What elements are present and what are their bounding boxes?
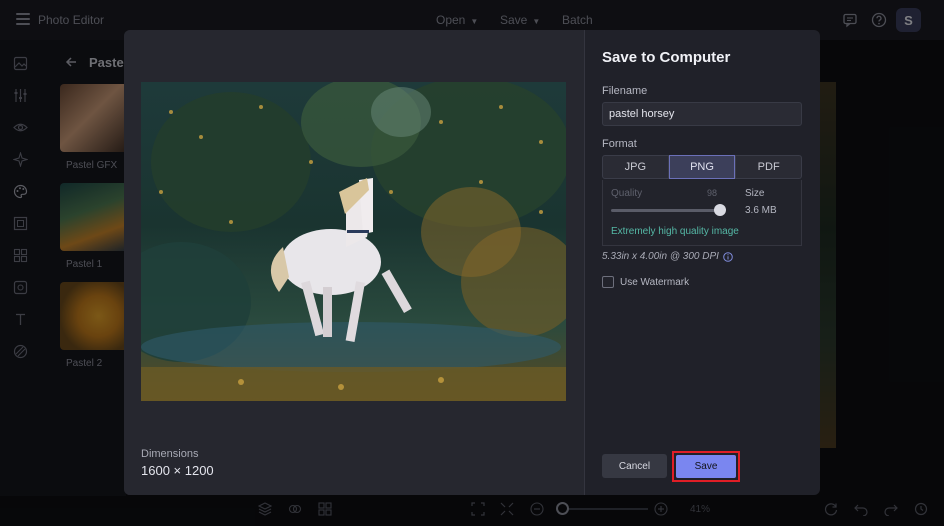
save-button-highlight: Save xyxy=(672,451,740,482)
filename-label: Filename xyxy=(602,85,648,97)
image-preview xyxy=(141,82,566,401)
watermark-checkbox[interactable] xyxy=(602,276,614,288)
size-label: Size xyxy=(745,188,765,199)
save-button[interactable]: Save xyxy=(676,455,736,478)
print-size-info: 5.33in x 4.00in @ 300 DPI xyxy=(602,251,733,262)
info-icon[interactable] xyxy=(723,251,733,262)
size-value: 3.6 MB xyxy=(745,205,777,216)
format-selector: JPG PNG PDF xyxy=(602,155,803,179)
cancel-button[interactable]: Cancel xyxy=(602,454,667,478)
dpi-text: 5.33in x 4.00in @ 300 DPI xyxy=(602,251,719,262)
format-label: Format xyxy=(602,138,637,150)
format-pdf-button[interactable]: PDF xyxy=(735,155,803,179)
quality-slider-track[interactable] xyxy=(611,209,719,212)
dimensions-label: Dimensions xyxy=(141,448,199,460)
preview-pane: Dimensions 1600 × 1200 xyxy=(124,30,584,495)
quality-label: Quality xyxy=(611,188,643,199)
quality-slider-handle[interactable] xyxy=(714,204,726,216)
quality-note: Extremely high quality image xyxy=(611,226,739,237)
quality-settings: Quality 98 Size 3.6 MB Extremely high qu… xyxy=(602,180,802,246)
dialog-title: Save to Computer xyxy=(602,49,731,66)
dimensions-value: 1600 × 1200 xyxy=(141,463,214,478)
watermark-label: Use Watermark xyxy=(620,276,690,288)
dialog-divider xyxy=(584,30,585,495)
watermark-option[interactable]: Use Watermark xyxy=(602,276,689,288)
save-dialog: Dimensions 1600 × 1200 Save to Computer … xyxy=(124,30,820,495)
format-jpg-button[interactable]: JPG xyxy=(602,155,669,179)
filename-input[interactable] xyxy=(602,102,802,126)
format-png-button[interactable]: PNG xyxy=(668,155,736,179)
quality-value: 98 xyxy=(707,188,718,198)
